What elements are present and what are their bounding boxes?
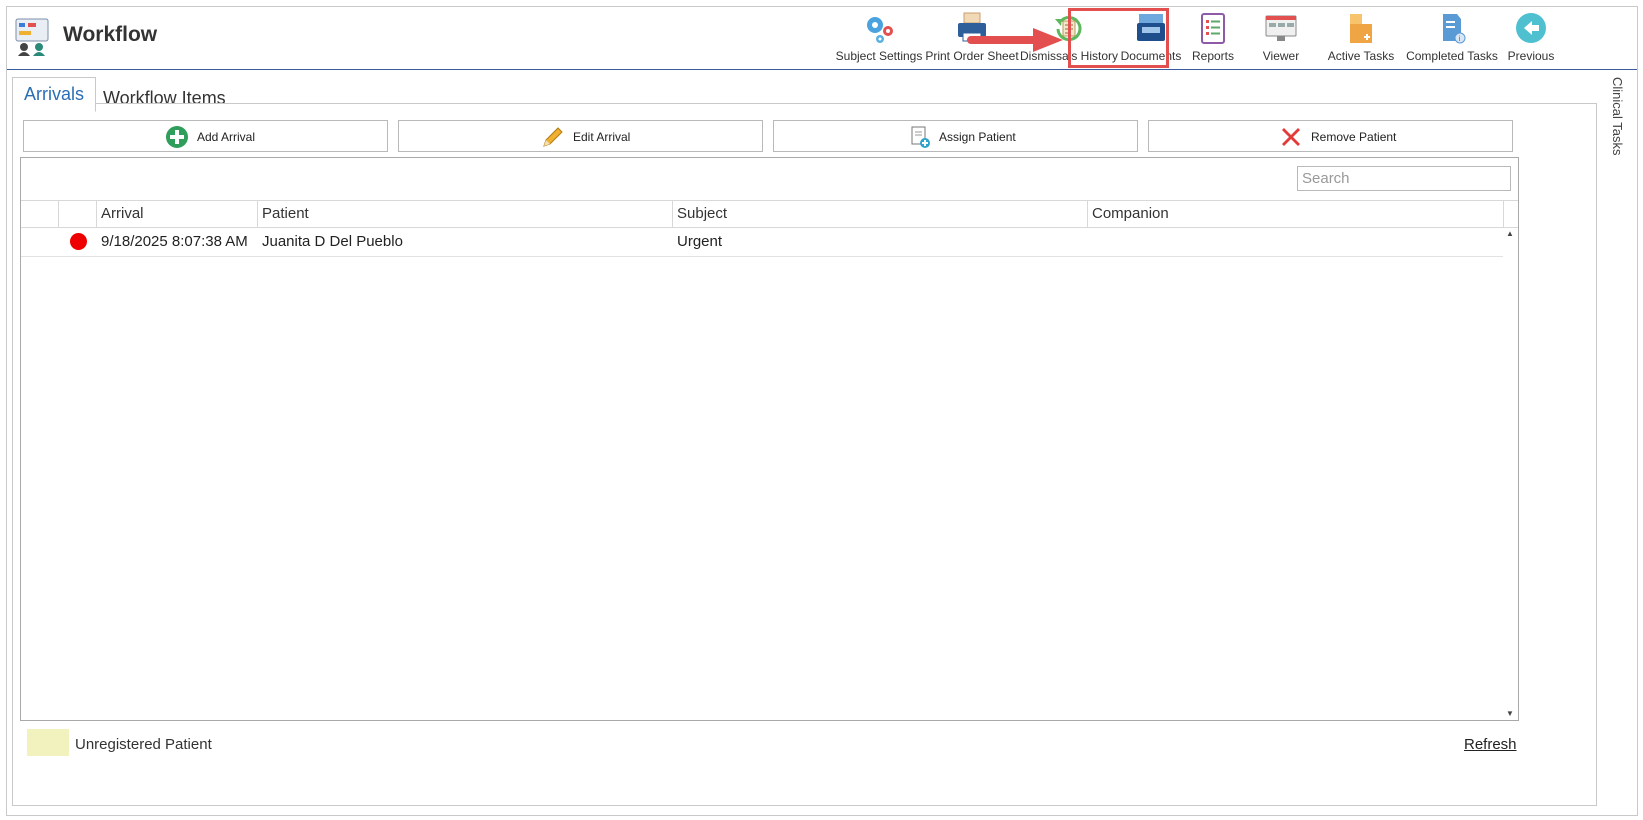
patient-cell: Juanita D Del Pueblo [262,233,403,250]
clinical-tasks-panel[interactable]: Clinical Tasks [1599,69,1637,815]
completed-tasks-label: Completed Tasks [1406,49,1498,63]
workflow-window: Workflow Subject Settings Print Order Sh… [6,6,1638,816]
previous-label: Previous [1507,49,1555,63]
completed-tasks-icon: i [1443,14,1466,44]
pencil-icon [543,127,563,147]
previous-button[interactable]: Previous [1501,9,1561,67]
column-header-companion[interactable]: Companion [1088,201,1504,227]
search-input[interactable] [1297,166,1511,191]
red-arrow-icon [967,28,1063,52]
completed-tasks-button[interactable]: i Completed Tasks [1403,9,1501,67]
remove-patient-button[interactable]: Remove Patient [1148,120,1513,152]
remove-patient-label: Remove Patient [1311,130,1397,144]
reports-label: Reports [1191,49,1235,63]
dismissals-history-highlight [1068,8,1169,68]
assign-patient-label: Assign Patient [939,130,1016,144]
back-arrow-icon [1516,13,1546,43]
viewer-button[interactable]: Viewer [1243,9,1319,67]
scroll-down-icon[interactable]: ▼ [1506,709,1514,718]
column-header-status[interactable] [59,201,97,227]
add-arrival-label: Add Arrival [197,130,256,144]
refresh-link[interactable]: Refresh [1464,736,1517,753]
column-header-select[interactable] [21,201,59,227]
viewer-label: Viewer [1262,49,1300,63]
subject-cell: Urgent [677,233,723,250]
svg-text:i: i [1459,35,1461,43]
add-circle-icon [166,126,188,148]
report-clipboard-icon [1201,13,1225,44]
assign-document-icon [911,126,930,148]
subject-settings-label: Subject Settings [835,49,923,63]
assign-patient-button[interactable]: Assign Patient [773,120,1138,152]
app-title: Workflow [63,23,158,46]
column-header-arrival[interactable]: Arrival [97,201,258,227]
column-header-patient[interactable]: Patient [258,201,673,227]
tab-strip: Arrivals Workflow Items [7,69,1597,112]
grid-scrollbar[interactable]: ▲ ▼ [1503,227,1517,720]
arrivals-grid: Arrival Patient Subject Companion 9/18/2… [20,157,1519,721]
subject-settings-button[interactable]: Subject Settings [833,9,925,67]
status-indicator [70,233,87,250]
active-tasks-button[interactable]: Active Tasks [1319,9,1403,67]
unregistered-legend-swatch [27,729,69,756]
workflow-app-icon [15,18,49,56]
column-header-subject[interactable]: Subject [673,201,1088,227]
active-tasks-label: Active Tasks [1327,49,1395,63]
gears-icon [867,17,893,43]
table-row[interactable]: 9/18/2025 8:07:38 AM Juanita D Del Puebl… [21,227,1503,257]
edit-arrival-label: Edit Arrival [573,130,631,144]
scroll-up-icon[interactable]: ▲ [1506,229,1514,238]
arrival-cell: 9/18/2025 8:07:38 AM [101,233,248,250]
reports-button[interactable]: Reports [1183,9,1243,67]
grid-header: Arrival Patient Subject Companion [21,200,1518,228]
clinical-tasks-label: Clinical Tasks [1610,77,1625,156]
add-arrival-button[interactable]: Add Arrival [23,120,388,152]
monitor-icon [1265,15,1297,41]
header-bar: Workflow Subject Settings Print Order Sh… [7,7,1637,70]
edit-arrival-button[interactable]: Edit Arrival [398,120,763,152]
active-tasks-icon [1350,14,1372,43]
red-x-icon [1282,128,1300,146]
unregistered-legend-label: Unregistered Patient [75,736,212,753]
